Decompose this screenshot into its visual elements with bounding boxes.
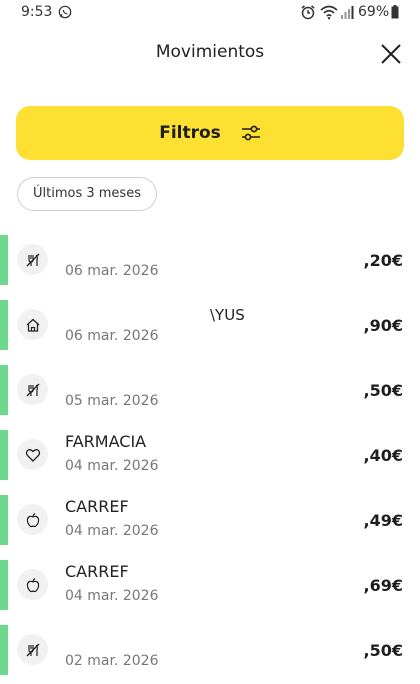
whatsapp-icon	[58, 5, 72, 19]
category-icon-container	[17, 439, 48, 470]
transaction-amount: ,40€	[363, 446, 403, 465]
transaction-row[interactable]: FARMACIA 04 mar. 2026 ,40€	[0, 430, 420, 480]
income-bar	[0, 430, 8, 480]
filters-label: Filtros	[159, 123, 221, 143]
transaction-date: 04 mar. 2026	[65, 458, 159, 474]
transaction-amount: ,50€	[363, 641, 403, 660]
income-bar	[0, 560, 8, 610]
transaction-amount: ,20€	[363, 251, 403, 270]
period-chip[interactable]: Últimos 3 meses	[17, 177, 157, 211]
income-bar	[0, 365, 8, 415]
transaction-date: 04 mar. 2026	[65, 588, 159, 604]
category-icon-container	[17, 634, 48, 665]
no-food-icon	[26, 643, 39, 656]
alarm-icon	[301, 5, 315, 20]
transaction-amount: ,50€	[363, 381, 403, 400]
category-icon-container	[17, 374, 48, 405]
category-icon-container	[17, 504, 48, 535]
transaction-name: FARMACIA	[65, 432, 147, 451]
no-food-icon	[26, 253, 39, 266]
apple-icon	[26, 577, 39, 592]
transaction-date: 06 mar. 2026	[65, 328, 159, 344]
page-title: Movimientos	[155, 42, 265, 62]
transaction-amount: ,90€	[363, 316, 403, 335]
filters-button[interactable]: Filtros	[16, 106, 404, 160]
transaction-row[interactable]: CARREF 04 mar. 2026 ,69€	[0, 560, 420, 610]
sliders-icon	[241, 125, 260, 141]
transaction-name: CARREF	[65, 497, 129, 516]
transaction-date: 04 mar. 2026	[65, 523, 159, 539]
transaction-amount: ,69€	[363, 576, 403, 595]
transaction-amount: ,49€	[363, 511, 403, 530]
income-bar	[0, 625, 8, 675]
income-bar	[0, 235, 8, 285]
category-icon-container	[17, 244, 48, 275]
transaction-row[interactable]: 06 mar. 2026 ,20€	[0, 235, 420, 285]
no-food-icon	[26, 383, 39, 396]
battery-icon	[391, 5, 399, 19]
category-icon-container	[17, 309, 48, 340]
category-icon-container	[17, 569, 48, 600]
transaction-row[interactable]: \YUS 06 mar. 2026 ,90€	[0, 300, 420, 350]
battery-percent: 69%	[358, 4, 390, 20]
close-icon	[381, 44, 401, 64]
income-bar	[0, 495, 8, 545]
transaction-date: 05 mar. 2026	[65, 393, 159, 409]
transaction-date: 06 mar. 2026	[65, 263, 159, 279]
transaction-name: CARREF	[65, 562, 129, 581]
transaction-row[interactable]: CARREF 04 mar. 2026 ,49€	[0, 495, 420, 545]
wifi-icon	[320, 5, 338, 20]
heart-icon	[25, 448, 40, 462]
income-bar	[0, 300, 8, 350]
close-button[interactable]	[378, 41, 404, 67]
transaction-name-fragment: \YUS	[210, 306, 245, 324]
apple-icon	[26, 512, 39, 527]
status-bar: 9:53 69%	[0, 0, 420, 26]
transaction-date: 02 mar. 2026	[65, 653, 159, 669]
home-icon	[26, 318, 39, 332]
transaction-row[interactable]: 02 mar. 2026 ,50€	[0, 625, 420, 675]
status-time: 9:53	[21, 4, 53, 20]
transaction-row[interactable]: 05 mar. 2026 ,50€	[0, 365, 420, 415]
signal-icon	[341, 6, 354, 19]
